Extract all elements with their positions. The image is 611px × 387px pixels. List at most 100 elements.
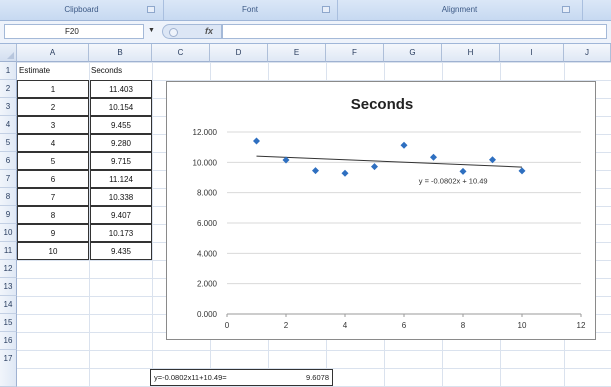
- select-all-icon: [7, 52, 14, 59]
- cell-estimate[interactable]: 4: [17, 134, 89, 152]
- alignment-dialog-launcher-icon[interactable]: [562, 6, 570, 13]
- cell-seconds[interactable]: 9.455: [90, 116, 152, 134]
- column-label: J: [585, 48, 589, 57]
- cell-a1-estimate-header[interactable]: Estimate: [17, 62, 89, 80]
- row-header-5[interactable]: 5: [0, 134, 17, 152]
- column-header-d[interactable]: D: [210, 44, 268, 62]
- row-label: 6: [5, 156, 11, 165]
- cell-estimate[interactable]: 1: [17, 80, 89, 98]
- cell-estimate[interactable]: 6: [17, 170, 89, 188]
- row-header-15[interactable]: 15: [0, 314, 17, 332]
- formula-input[interactable]: [222, 24, 607, 39]
- row-header-14[interactable]: 14: [0, 296, 17, 314]
- formula-handle-icon[interactable]: [169, 28, 178, 37]
- name-box[interactable]: F20: [4, 24, 144, 39]
- cell-seconds[interactable]: 11.124: [90, 170, 152, 188]
- row-label: 3: [5, 102, 11, 111]
- ribbon-group-label: Font: [241, 5, 258, 14]
- row-header-6[interactable]: 6: [0, 152, 17, 170]
- row-header-10[interactable]: 10: [0, 224, 17, 242]
- y-tick-label: 8.000: [197, 189, 218, 198]
- prediction-expression: y=-0.0802x11+10.49=: [154, 373, 227, 382]
- data-point: [253, 137, 260, 145]
- row-header-16[interactable]: 16: [0, 332, 17, 350]
- row-header-8[interactable]: 8: [0, 188, 17, 206]
- cell-seconds[interactable]: 10.173: [90, 224, 152, 242]
- row-label: 16: [3, 336, 13, 345]
- cell-estimate[interactable]: 10: [17, 242, 89, 260]
- y-tick-label: 2.000: [197, 280, 218, 289]
- ribbon-group-strip: Clipboard Font Alignment: [0, 0, 611, 21]
- cell-estimate[interactable]: 7: [17, 188, 89, 206]
- column-header-j[interactable]: J: [564, 44, 611, 62]
- row-header-12[interactable]: 12: [0, 260, 17, 278]
- column-header-b[interactable]: B: [89, 44, 152, 62]
- formula-result-cell[interactable]: y=-0.0802x11+10.49= 9.6078: [150, 369, 333, 386]
- row-header-7[interactable]: 7: [0, 170, 17, 188]
- column-header-g[interactable]: G: [384, 44, 442, 62]
- row-label: 13: [3, 282, 13, 291]
- row-label: 8: [5, 192, 11, 201]
- data-point: [459, 167, 467, 175]
- x-tick-label: 2: [284, 321, 289, 330]
- insert-function-icon[interactable]: fx: [205, 26, 213, 36]
- column-label: C: [177, 48, 184, 57]
- clipboard-dialog-launcher-icon[interactable]: [147, 6, 155, 13]
- cell-estimate[interactable]: 3: [17, 116, 89, 134]
- y-tick-label: 4.000: [197, 249, 218, 258]
- cell-estimate[interactable]: 5: [17, 152, 89, 170]
- row-label: 11: [3, 246, 13, 255]
- column-label: F: [352, 48, 357, 57]
- font-dialog-launcher-icon[interactable]: [322, 6, 330, 13]
- data-point: [430, 153, 437, 161]
- y-tick-label: 10.000: [193, 158, 218, 167]
- row-header-11[interactable]: 11: [0, 242, 17, 260]
- x-tick-label: 4: [343, 321, 348, 330]
- name-box-dropdown-icon[interactable]: ▼: [148, 27, 155, 34]
- row-header-17[interactable]: 17: [0, 350, 17, 387]
- cell-b1-seconds-header[interactable]: Seconds: [89, 62, 152, 80]
- x-tick-label: 0: [225, 321, 230, 330]
- header-text: Estimate: [19, 66, 51, 75]
- x-tick-label: 12: [577, 321, 586, 330]
- cell-seconds[interactable]: 9.435: [90, 242, 152, 260]
- row-header-13[interactable]: 13: [0, 278, 17, 296]
- row-label: 1: [5, 66, 11, 75]
- row-header-3[interactable]: 3: [0, 98, 17, 116]
- select-all-corner[interactable]: [0, 44, 17, 62]
- cell-estimate[interactable]: 9: [17, 224, 89, 242]
- scatter-chart[interactable]: Seconds 0.000 2.000 4.000 6.000 8.000 10.000 12…: [166, 81, 596, 340]
- cell-seconds[interactable]: 9.280: [90, 134, 152, 152]
- row-header-4[interactable]: 4: [0, 116, 17, 134]
- column-header-c[interactable]: C: [152, 44, 210, 62]
- column-header-f[interactable]: F: [326, 44, 384, 62]
- ribbon-group-label: Clipboard: [64, 5, 99, 14]
- ribbon-group-clipboard[interactable]: Clipboard: [0, 0, 164, 20]
- row-label: 7: [5, 174, 11, 183]
- data-point: [400, 141, 408, 149]
- x-tick-label: 6: [402, 321, 407, 330]
- column-header-a[interactable]: A: [17, 44, 89, 62]
- row-header-9[interactable]: 9: [0, 206, 17, 224]
- cell-estimate[interactable]: 2: [17, 98, 89, 116]
- cell-seconds[interactable]: 9.715: [90, 152, 152, 170]
- ribbon-group-font[interactable]: Font: [163, 0, 338, 20]
- column-label: A: [49, 48, 56, 57]
- cell-seconds[interactable]: 10.154: [90, 98, 152, 116]
- cell-seconds[interactable]: 9.407: [90, 206, 152, 224]
- cell-seconds[interactable]: 11.403: [90, 80, 152, 98]
- ribbon-group-alignment[interactable]: Alignment: [337, 0, 583, 20]
- column-header-e[interactable]: E: [268, 44, 326, 62]
- cell-estimate[interactable]: 8: [17, 206, 89, 224]
- column-header-h[interactable]: H: [442, 44, 500, 62]
- column-header-i[interactable]: I: [500, 44, 564, 62]
- column-label: D: [235, 48, 242, 57]
- cell-seconds[interactable]: 10.338: [90, 188, 152, 206]
- row-label: 10: [3, 228, 13, 237]
- column-label: I: [530, 48, 533, 57]
- row-header-2[interactable]: 2: [0, 80, 17, 98]
- ribbon-group-label: Alignment: [441, 5, 478, 14]
- row-header-1[interactable]: 1: [0, 62, 17, 80]
- column-label: G: [409, 48, 416, 57]
- name-box-value: F20: [65, 27, 79, 36]
